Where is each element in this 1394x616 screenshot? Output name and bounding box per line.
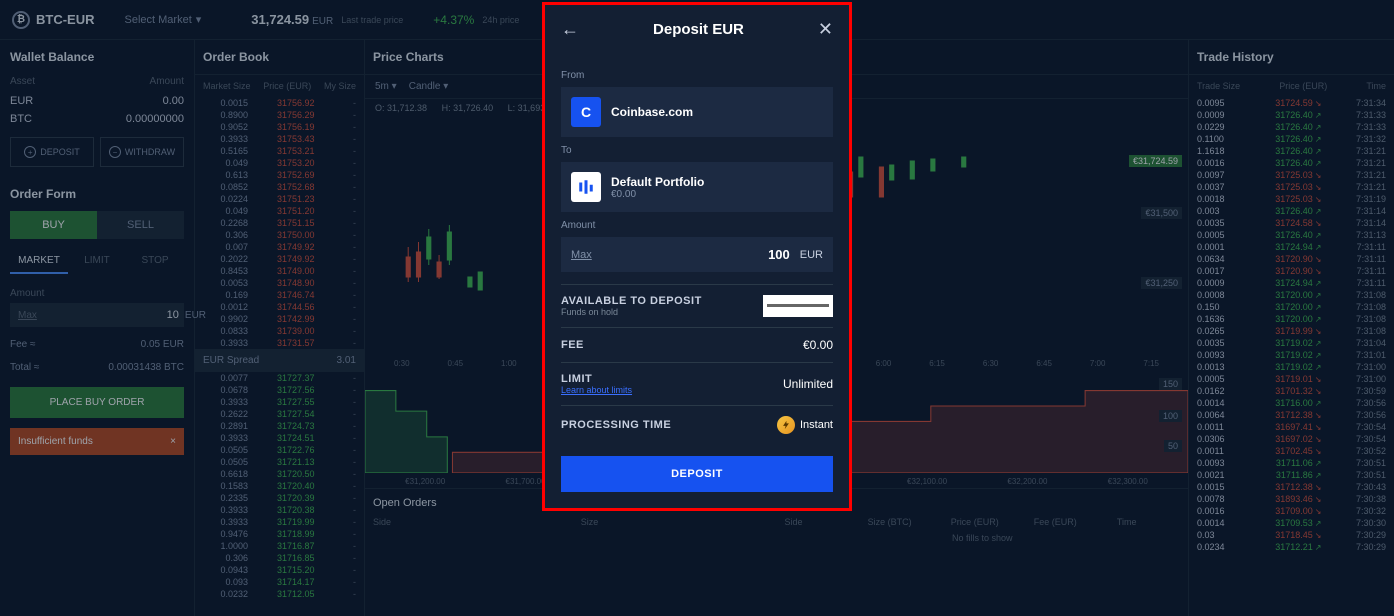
back-icon[interactable]: ← <box>561 19 579 40</box>
from-name: Coinbase.com <box>611 105 693 119</box>
to-label: To <box>561 145 833 156</box>
limit-label: LIMIT <box>561 373 632 385</box>
deposit-currency: EUR <box>800 249 823 261</box>
instant-icon <box>777 416 795 434</box>
close-icon[interactable]: ✕ <box>818 19 833 40</box>
to-balance: €0.00 <box>611 189 704 200</box>
funds-on-hold-label: Funds on hold <box>561 307 702 317</box>
coinbase-icon: C <box>571 97 601 127</box>
from-account-card[interactable]: C Coinbase.com <box>561 87 833 137</box>
deposit-amount-input[interactable] <box>592 247 790 262</box>
max-link[interactable]: Max <box>571 249 592 261</box>
learn-limits-link[interactable]: Learn about limits <box>561 385 632 395</box>
processing-value: Instant <box>800 419 833 431</box>
limit-value: Unlimited <box>783 377 833 391</box>
available-value-redacted <box>763 295 833 317</box>
deposit-submit-button[interactable]: DEPOSIT <box>561 456 833 492</box>
to-account-card[interactable]: Default Portfolio €0.00 <box>561 162 833 212</box>
portfolio-icon <box>571 172 601 202</box>
to-name: Default Portfolio <box>611 175 704 189</box>
available-label: AVAILABLE TO DEPOSIT <box>561 295 702 307</box>
fee-label: FEE <box>561 339 584 351</box>
processing-time-label: PROCESSING TIME <box>561 419 671 431</box>
modal-title: Deposit EUR <box>653 21 744 38</box>
amount-label: Amount <box>561 220 833 231</box>
from-label: From <box>561 70 833 81</box>
fee-value: €0.00 <box>803 338 833 352</box>
deposit-modal: ← Deposit EUR ✕ From C Coinbase.com To D… <box>542 2 852 511</box>
